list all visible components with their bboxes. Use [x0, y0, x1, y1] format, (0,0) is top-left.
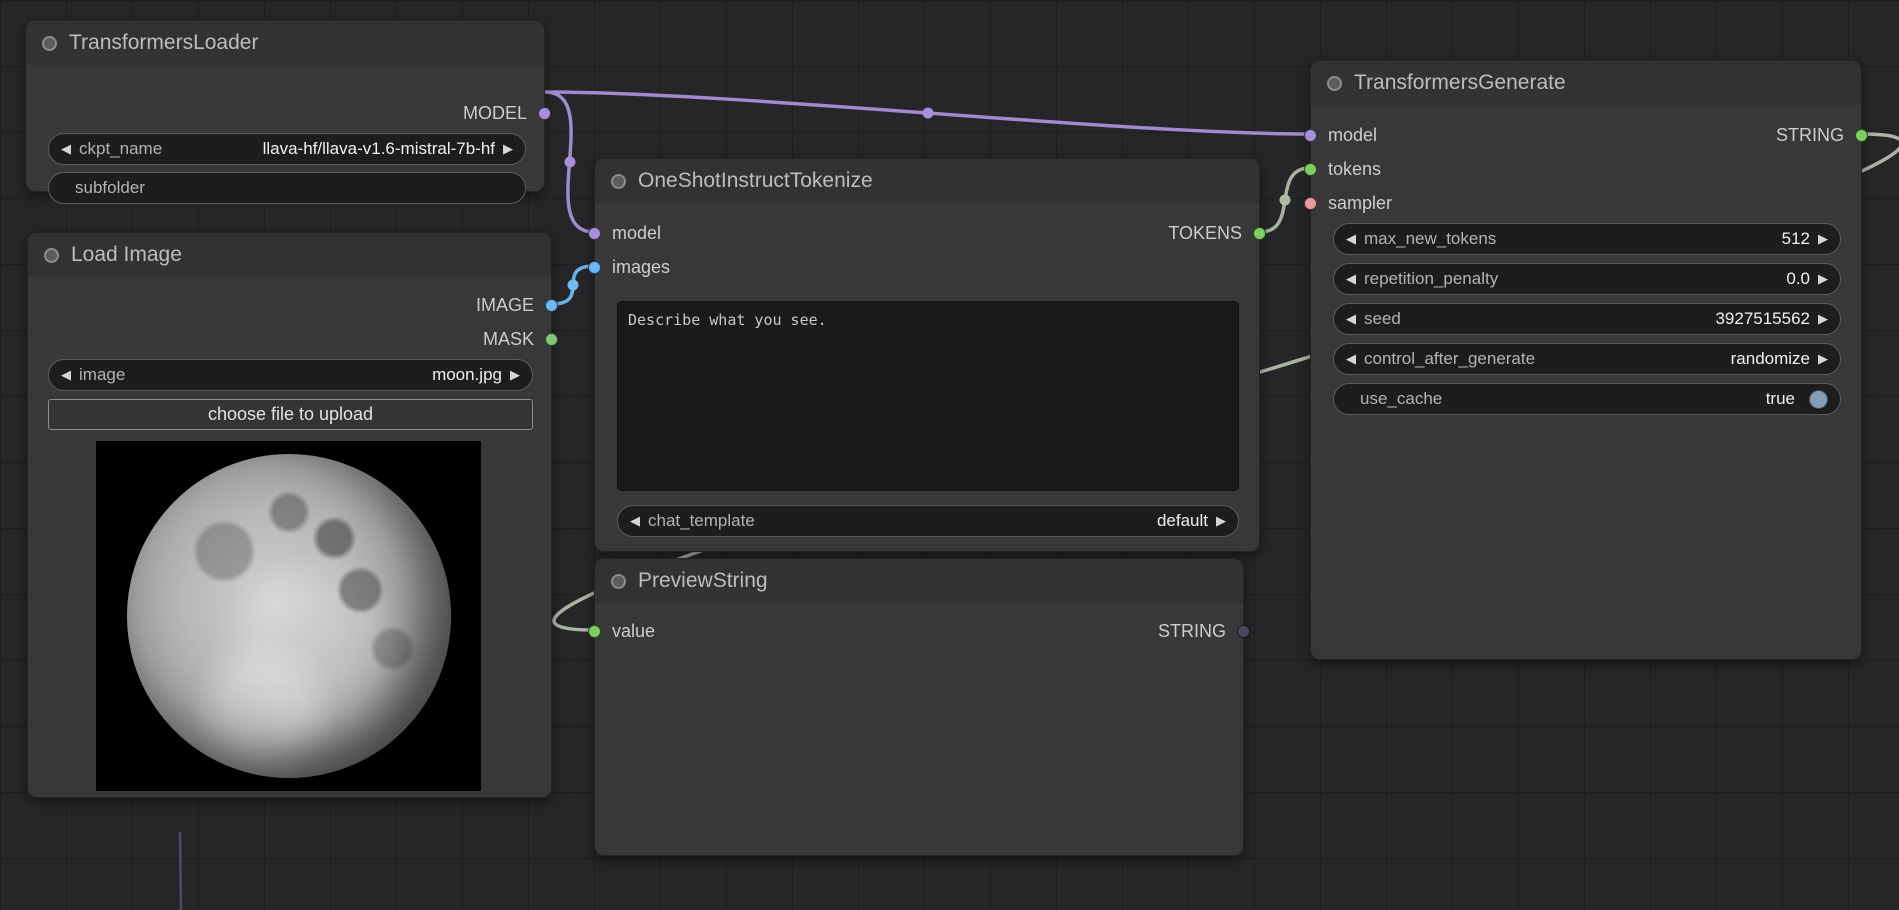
node-transformers-loader[interactable]: TransformersLoader MODEL ◀ ckpt_name lla…	[25, 20, 545, 192]
arrow-left-icon[interactable]: ◀	[1346, 351, 1356, 367]
node-transformers-generate[interactable]: TransformersGenerate model tokens sample…	[1310, 60, 1862, 660]
node-load-image[interactable]: Load Image IMAGE MASK ◀ image moon.jpg ▶…	[27, 232, 552, 798]
arrow-right-icon[interactable]: ▶	[1818, 311, 1828, 327]
output-port-string: STRING	[595, 616, 1243, 646]
node-preview-string[interactable]: PreviewString value STRING	[594, 558, 1244, 856]
arrow-right-icon[interactable]: ▶	[510, 367, 520, 383]
port-dot-tokens-output[interactable]	[1253, 227, 1266, 240]
node-title: Load Image	[71, 243, 182, 267]
node-title: PreviewString	[638, 569, 768, 593]
widget-control-after-generate[interactable]: ◀ control_after_generate randomize ▶	[1333, 343, 1841, 375]
output-port-string: STRING	[1311, 120, 1861, 150]
collapse-dot[interactable]	[1327, 76, 1342, 91]
collapse-dot[interactable]	[611, 174, 626, 189]
arrow-right-icon[interactable]: ▶	[1818, 271, 1828, 287]
link-midpoint-dot	[568, 280, 579, 291]
collapse-dot[interactable]	[44, 248, 59, 263]
arrow-left-icon[interactable]: ◀	[61, 367, 71, 383]
arrow-right-icon[interactable]: ▶	[1818, 351, 1828, 367]
port-dot-mask-output[interactable]	[545, 333, 558, 346]
widget-ckpt-name[interactable]: ◀ ckpt_name llava-hf/llava-v1.6-mistral-…	[48, 133, 526, 165]
arrow-left-icon[interactable]: ◀	[1346, 311, 1356, 327]
collapse-dot[interactable]	[42, 36, 57, 51]
output-port-mask: MASK	[28, 324, 551, 354]
output-port-tokens: TOKENS	[595, 218, 1259, 248]
arrow-left-icon[interactable]: ◀	[1346, 271, 1356, 287]
input-port-images: images	[595, 252, 1259, 282]
node-titlebar[interactable]: OneShotInstructTokenize	[595, 159, 1259, 203]
output-port-image: IMAGE	[28, 290, 551, 320]
node-titlebar[interactable]: TransformersGenerate	[1311, 61, 1861, 105]
link-midpoint-dot	[1280, 195, 1291, 206]
node-titlebar[interactable]: TransformersLoader	[26, 21, 544, 65]
arrow-left-icon[interactable]: ◀	[1346, 231, 1356, 247]
node-title: TransformersGenerate	[1354, 71, 1566, 95]
port-dot-sampler-input[interactable]	[1304, 197, 1317, 210]
collapse-dot[interactable]	[611, 574, 626, 589]
moon-image	[127, 454, 451, 778]
port-dot-tokens-input[interactable]	[1304, 163, 1317, 176]
widget-chat-template[interactable]: ◀ chat_template default ▶	[617, 505, 1239, 537]
link-midpoint-dot	[565, 157, 576, 168]
port-dot-model-output[interactable]	[538, 107, 551, 120]
image-preview-moon	[96, 441, 481, 791]
port-dot-image-output[interactable]	[545, 299, 558, 312]
widget-seed[interactable]: ◀ seed 3927515562 ▶	[1333, 303, 1841, 335]
port-dot-string-output[interactable]	[1855, 129, 1868, 142]
prompt-textarea[interactable]: Describe what you see.	[617, 301, 1239, 491]
arrow-right-icon[interactable]: ▶	[1818, 231, 1828, 247]
widget-max-new-tokens[interactable]: ◀ max_new_tokens 512 ▶	[1333, 223, 1841, 255]
node-titlebar[interactable]: PreviewString	[595, 559, 1243, 603]
port-dot-string-output[interactable]	[1237, 625, 1250, 638]
input-port-sampler: sampler	[1311, 188, 1861, 218]
node-title: OneShotInstructTokenize	[638, 169, 873, 193]
wire-stray	[180, 832, 181, 910]
node-title: TransformersLoader	[69, 31, 258, 55]
choose-file-button[interactable]: choose file to upload	[48, 399, 533, 430]
port-dot-images-input[interactable]	[588, 261, 601, 274]
node-titlebar[interactable]: Load Image	[28, 233, 551, 277]
arrow-right-icon[interactable]: ▶	[503, 141, 513, 157]
arrow-left-icon[interactable]: ◀	[61, 141, 71, 157]
output-port-model: MODEL	[26, 98, 544, 128]
link-midpoint-dot	[923, 108, 934, 119]
input-port-tokens: tokens	[1311, 154, 1861, 184]
widget-subfolder[interactable]: subfolder	[48, 172, 526, 204]
widget-image-select[interactable]: ◀ image moon.jpg ▶	[48, 359, 533, 391]
widget-use-cache[interactable]: use_cache true	[1333, 383, 1841, 415]
widget-repetition-penalty[interactable]: ◀ repetition_penalty 0.0 ▶	[1333, 263, 1841, 295]
arrow-right-icon[interactable]: ▶	[1216, 513, 1226, 529]
arrow-left-icon[interactable]: ◀	[630, 513, 640, 529]
node-oneshot-instruct-tokenize[interactable]: OneShotInstructTokenize model images TOK…	[594, 158, 1260, 552]
node-graph-canvas[interactable]: { "icons": { "arrow_left": "◀", "arrow_r…	[0, 0, 1899, 910]
boolean-toggle-icon[interactable]	[1809, 390, 1828, 409]
